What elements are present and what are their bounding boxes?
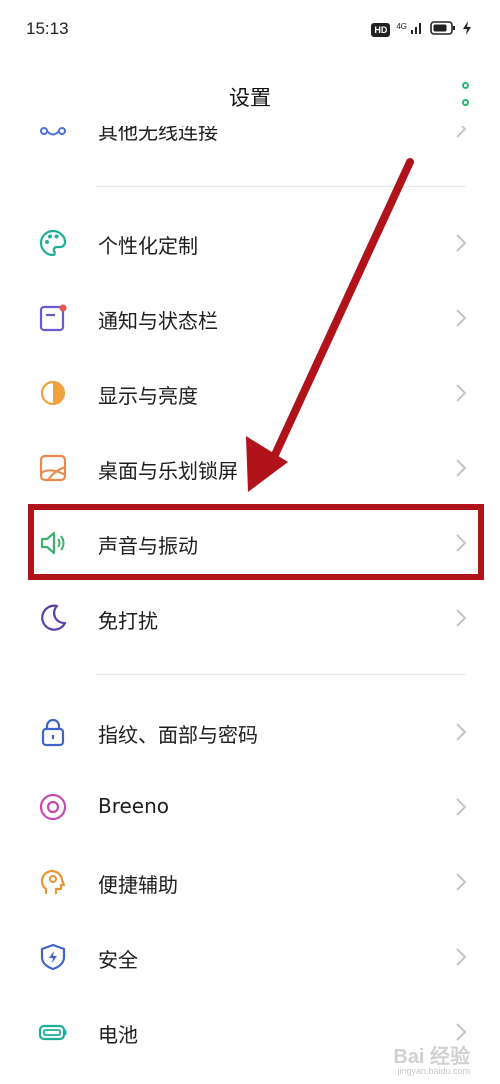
notification-icon: [38, 303, 68, 333]
watermark-url: jingyan.baidu.com: [397, 1066, 470, 1076]
brightness-icon: [38, 378, 68, 408]
app-bar: 设置: [0, 60, 500, 126]
moon-icon: [38, 603, 68, 633]
network-label: 4G: [396, 22, 407, 31]
chevron-right-icon: [454, 872, 468, 892]
shield-icon: [38, 942, 68, 972]
page-title: 设置: [229, 86, 271, 110]
settings-item-display[interactable]: 显示与亮度: [0, 356, 500, 430]
status-icons: HD 4G: [371, 20, 472, 39]
settings-item-dnd[interactable]: 免打扰: [0, 581, 500, 655]
palette-icon: [38, 228, 68, 258]
charging-icon: [462, 20, 472, 39]
settings-item-label: 声音与振动: [98, 534, 198, 558]
wallpaper-icon: [38, 453, 68, 483]
settings-item-label: 显示与亮度: [98, 384, 198, 408]
chevron-right-icon: [454, 383, 468, 403]
more-options-button[interactable]: [456, 82, 474, 106]
chevron-right-icon: [454, 233, 468, 253]
dot-icon: [461, 82, 469, 89]
status-bar: 15:13 HD 4G: [0, 0, 500, 60]
settings-item-label: 安全: [98, 948, 138, 972]
settings-item-personalize[interactable]: 个性化定制: [0, 206, 500, 280]
settings-item-label: 个性化定制: [98, 234, 198, 258]
settings-item-label: 便捷辅助: [98, 873, 178, 897]
settings-item-label: 通知与状态栏: [98, 309, 218, 333]
settings-item-password[interactable]: 指纹、面部与密码: [0, 695, 500, 769]
speaker-icon: [38, 528, 68, 558]
settings-item-wallpaper[interactable]: 桌面与乐划锁屏: [0, 431, 500, 505]
chevron-right-icon: [454, 308, 468, 328]
chevron-right-icon: [454, 947, 468, 967]
settings-item-assist[interactable]: 便捷辅助: [0, 845, 500, 919]
divider: [96, 186, 466, 187]
battery-icon: [38, 1017, 68, 1047]
chevron-right-icon: [454, 1022, 468, 1042]
settings-item-sound[interactable]: 声音与振动: [0, 506, 500, 580]
status-time: 15:13: [26, 19, 69, 38]
signal-icon: [410, 20, 424, 39]
chevron-right-icon: [454, 458, 468, 478]
hd-badge: HD: [371, 22, 391, 37]
settings-item-label: 电池: [98, 1023, 138, 1047]
lock-icon: [38, 717, 68, 747]
chevron-right-icon: [454, 797, 468, 817]
breeno-icon: [38, 792, 68, 822]
settings-item-label: Breeno: [98, 794, 170, 818]
battery-status-icon: [430, 20, 456, 39]
settings-item-security[interactable]: 安全: [0, 920, 500, 994]
chevron-right-icon: [454, 608, 468, 628]
settings-item-notification[interactable]: 通知与状态栏: [0, 281, 500, 355]
settings-item-label: 指纹、面部与密码: [98, 723, 258, 747]
chevron-right-icon: [454, 533, 468, 553]
divider: [96, 674, 466, 675]
watermark-logo: Bai 经验: [393, 1046, 470, 1068]
settings-item-label: 桌面与乐划锁屏: [98, 459, 238, 483]
dot-icon: [461, 99, 469, 106]
chevron-right-icon: [454, 722, 468, 742]
assist-icon: [38, 867, 68, 897]
settings-item-breeno[interactable]: Breeno: [0, 770, 500, 844]
settings-item-label: 免打扰: [98, 609, 158, 633]
